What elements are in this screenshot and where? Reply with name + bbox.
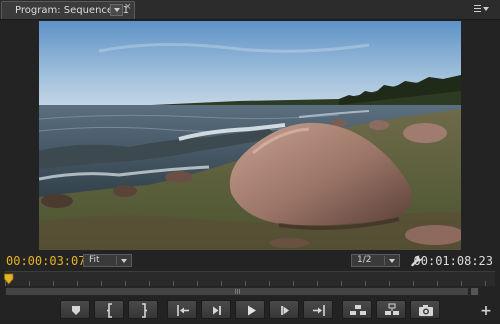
- add-marker-button[interactable]: [60, 300, 90, 319]
- play-button[interactable]: [235, 300, 265, 319]
- chevron-down-icon: [389, 259, 395, 263]
- program-monitor-tab[interactable]: Program: Sequence 01: [1, 1, 135, 19]
- go-to-out-button[interactable]: [303, 300, 333, 319]
- resolution-select[interactable]: 1/2: [351, 254, 400, 267]
- button-editor-add-icon[interactable]: +: [480, 304, 492, 318]
- camera-icon: [419, 305, 433, 316]
- panel-menu-icon[interactable]: [474, 3, 490, 15]
- close-icon[interactable]: ×: [124, 2, 132, 12]
- zoom-select[interactable]: Fit: [83, 254, 132, 267]
- export-frame-button[interactable]: [410, 300, 440, 319]
- lift-button[interactable]: [342, 300, 372, 319]
- mark-out-button[interactable]: [128, 300, 158, 319]
- sequence-dropdown-button[interactable]: [110, 4, 123, 16]
- scroll-grip[interactable]: [235, 289, 241, 294]
- panel-tab-bar: Program: Sequence 01 ×: [0, 0, 500, 20]
- mark-in-icon: [107, 303, 112, 318]
- extract-button[interactable]: [376, 300, 406, 319]
- zoom-select-value: Fit: [89, 255, 100, 265]
- zoom-scroll-bar[interactable]: [5, 287, 469, 296]
- go-to-in-button[interactable]: [167, 300, 197, 319]
- step-forward-button[interactable]: [269, 300, 299, 319]
- step-forward-icon: [281, 306, 289, 315]
- step-back-icon: [213, 306, 221, 315]
- duration-timecode: 00:01:08:23: [413, 254, 493, 268]
- mark-out-icon: [142, 303, 147, 318]
- extract-icon: [385, 303, 399, 315]
- resolution-select-value: 1/2: [357, 255, 372, 265]
- go-to-in-icon: [177, 305, 189, 316]
- step-back-button[interactable]: [201, 300, 231, 319]
- lift-icon: [350, 305, 366, 315]
- mark-in-button[interactable]: [94, 300, 124, 319]
- time-ruler[interactable]: [5, 271, 495, 286]
- marker-icon: [72, 306, 80, 315]
- scroll-bar-end-handle[interactable]: [470, 287, 479, 296]
- go-to-out-icon: [313, 305, 325, 316]
- play-icon: [248, 305, 256, 316]
- current-timecode[interactable]: 00:00:03:07: [6, 254, 85, 268]
- video-viewer[interactable]: [39, 21, 461, 250]
- playhead-icon[interactable]: [4, 273, 14, 287]
- video-frame-image: [39, 21, 461, 250]
- chevron-down-icon: [121, 259, 127, 263]
